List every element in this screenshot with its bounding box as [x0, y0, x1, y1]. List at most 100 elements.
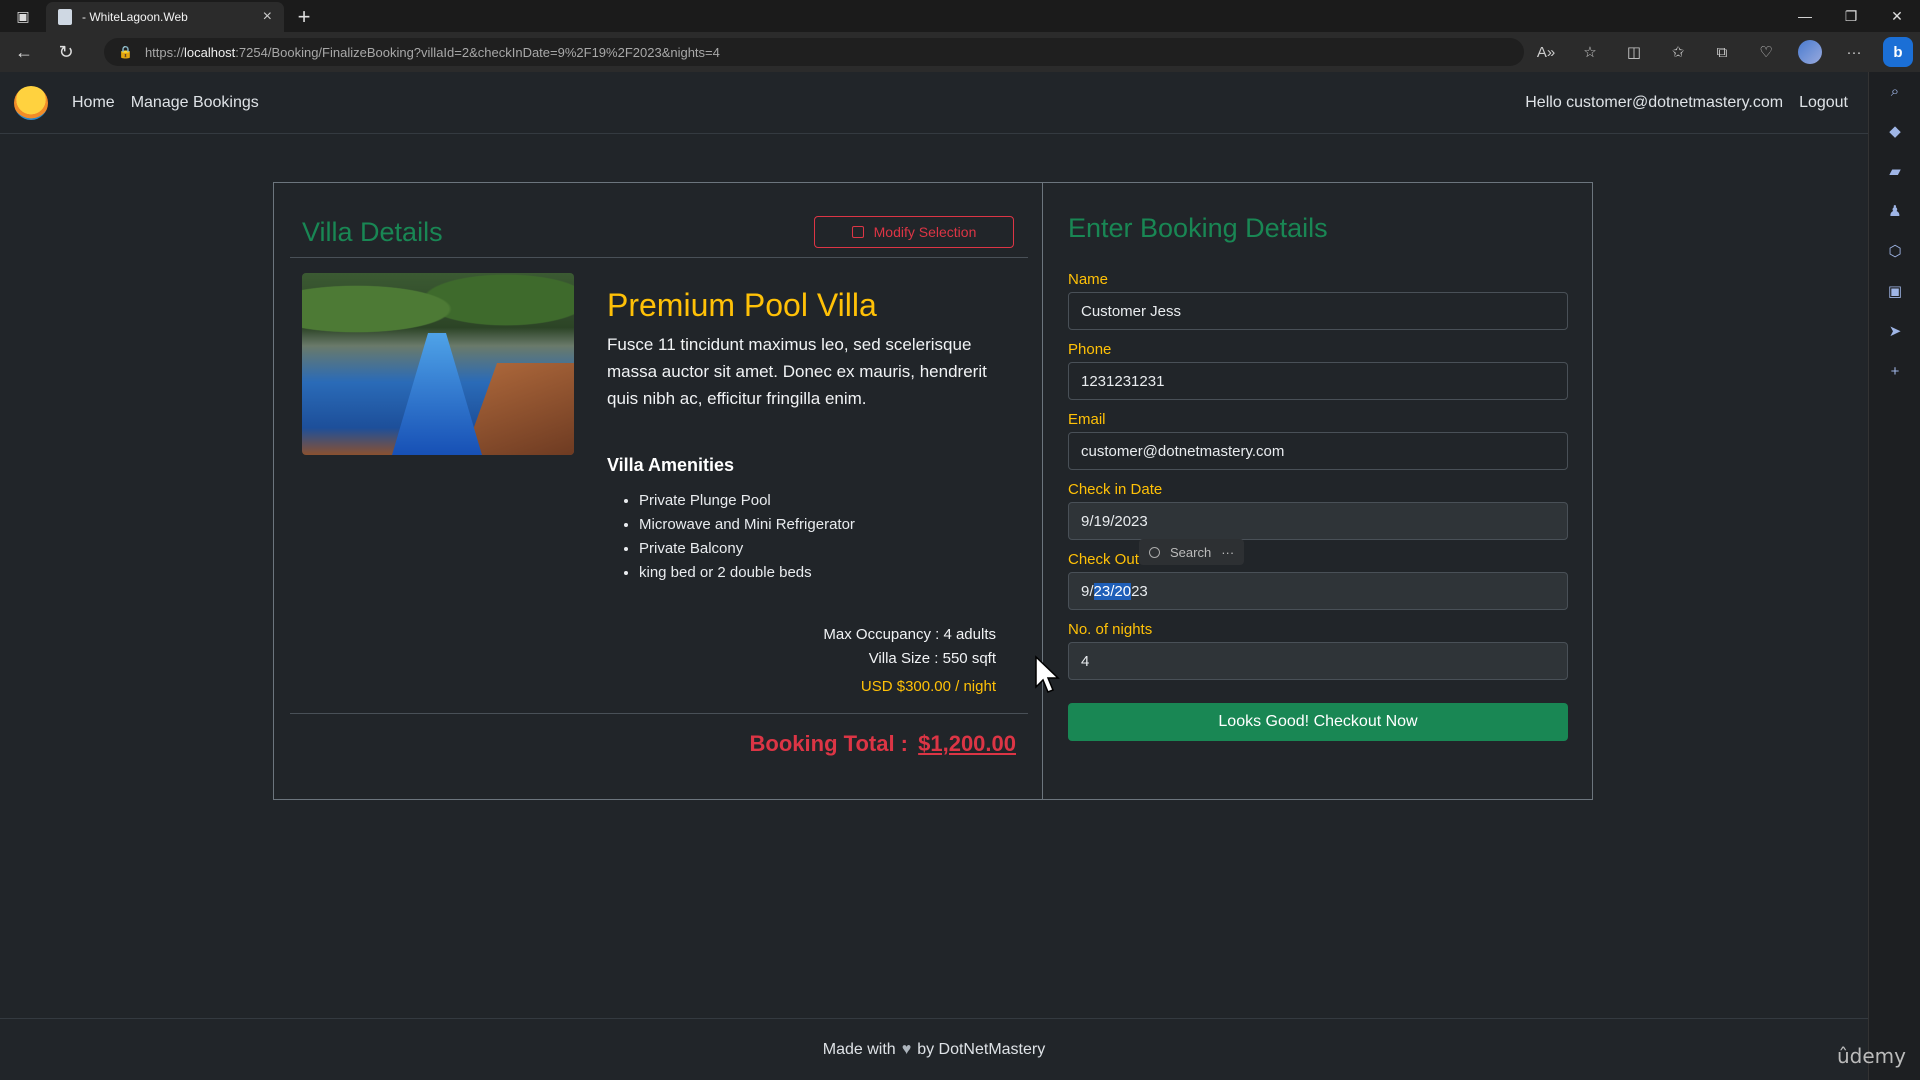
- villa-details-panel: Villa Details Modify Selection Premium P…: [274, 183, 1043, 799]
- divider: [290, 713, 1028, 714]
- nav-home[interactable]: Home: [72, 94, 115, 112]
- nights-label: No. of nights: [1068, 621, 1153, 638]
- selection-search-popup[interactable]: Search ···: [1139, 539, 1245, 565]
- nav-user-area: Hello customer@dotnetmastery.com Logout: [1525, 72, 1848, 134]
- outlook-icon[interactable]: ▣: [1869, 272, 1920, 312]
- restore-icon[interactable]: ❐: [1828, 0, 1874, 32]
- performance-icon[interactable]: ♡: [1744, 32, 1788, 72]
- booking-form-panel: Enter Booking Details Name Customer Jess…: [1043, 183, 1592, 799]
- tab-actions-icon[interactable]: ▣: [0, 0, 46, 32]
- bing-icon[interactable]: b: [1883, 37, 1913, 67]
- page-footer: Made with ♥ by DotNetMastery: [0, 1018, 1868, 1080]
- nav-manage-bookings[interactable]: Manage Bookings: [131, 94, 259, 112]
- footer-prefix: Made with: [822, 1040, 896, 1058]
- checkout-input[interactable]: 9/23/20 23: [1068, 572, 1568, 610]
- booking-card: Villa Details Modify Selection Premium P…: [273, 182, 1593, 800]
- user-greeting[interactable]: Hello customer@dotnetmastery.com: [1525, 94, 1783, 112]
- toolbar-icons: A» ☆ ◫ ✩ ⧉ ♡ ··· b: [1524, 32, 1920, 72]
- villa-image: [302, 273, 574, 455]
- url-rest: :7254/Booking/FinalizeBooking?villaId=2&…: [235, 44, 720, 60]
- booking-form-title: Enter Booking Details: [1068, 213, 1328, 243]
- amenity-item: Private Balcony: [639, 537, 855, 561]
- edge-sidebar: ⌕ ◆ ▰ ♟ ⬡ ▣ ➤ +: [1868, 72, 1920, 1080]
- phone-label: Phone: [1068, 341, 1112, 358]
- checkin-input[interactable]: 9/19/2023: [1068, 502, 1568, 540]
- edit-square-icon: [851, 226, 864, 238]
- villa-size: Villa Size : 550 sqft: [868, 650, 996, 667]
- games-icon[interactable]: ♟: [1869, 192, 1920, 232]
- browser-tabbar: ▣ - WhiteLagoon.Web × + — ❐ ✕: [0, 0, 1920, 32]
- lock-icon: 🔒: [118, 45, 133, 59]
- url-prefix: https://: [144, 44, 184, 60]
- nights-field: No. of nights 4: [1068, 621, 1568, 680]
- app-navbar: Home Manage Bookings Hello customer@dotn…: [0, 72, 1868, 134]
- footer-suffix: by DotNetMastery: [917, 1040, 1046, 1058]
- browser-toolbar: ← ↻ 🔒 https://localhost:7254/Booking/Fin…: [0, 32, 1920, 72]
- checkout-text: 23: [1131, 582, 1148, 600]
- read-aloud-icon[interactable]: A»: [1524, 32, 1568, 72]
- profile-avatar[interactable]: [1798, 40, 1822, 64]
- email-input[interactable]: customer@dotnetmastery.com: [1068, 432, 1568, 470]
- modify-selection-label: Modify Selection: [873, 224, 977, 240]
- search-icon: [1149, 546, 1160, 558]
- checkin-label: Check in Date: [1068, 481, 1163, 498]
- modify-selection-button[interactable]: Modify Selection: [814, 216, 1014, 248]
- tab-title: - WhiteLagoon.Web: [82, 10, 188, 24]
- checkin-field: Check in Date 9/19/2023: [1068, 481, 1568, 540]
- nights-input[interactable]: 4: [1068, 642, 1568, 680]
- logout-link[interactable]: Logout: [1799, 94, 1848, 112]
- name-label: Name: [1068, 271, 1109, 288]
- send-icon[interactable]: ➤: [1869, 312, 1920, 352]
- checkout-now-button[interactable]: Looks Good! Checkout Now: [1068, 703, 1568, 741]
- close-window-icon[interactable]: ✕: [1874, 0, 1920, 32]
- browser-tab[interactable]: - WhiteLagoon.Web ×: [46, 2, 284, 32]
- popup-search-label[interactable]: Search: [1170, 545, 1211, 560]
- villa-details-title: Villa Details: [302, 217, 443, 247]
- booking-total-amount: $1,200.00: [918, 731, 1016, 756]
- new-tab-button[interactable]: +: [284, 2, 324, 32]
- favorite-star-icon[interactable]: ☆: [1568, 32, 1612, 72]
- amenities-title: Villa Amenities: [607, 455, 735, 475]
- phone-input[interactable]: 1231231231: [1068, 362, 1568, 400]
- favorites-icon[interactable]: ✩: [1656, 32, 1700, 72]
- selected-text: 23/20: [1093, 582, 1132, 600]
- window-controls: — ❐ ✕: [1782, 0, 1920, 32]
- white-lagoon-logo[interactable]: [14, 85, 48, 120]
- max-occupancy: Max Occupancy : 4 adults: [823, 626, 996, 643]
- minimize-icon[interactable]: —: [1782, 0, 1828, 32]
- amenity-item: king bed or 2 double beds: [639, 561, 855, 585]
- office-icon[interactable]: ⬡: [1869, 232, 1920, 272]
- collections-icon[interactable]: ⧉: [1700, 32, 1744, 72]
- page-icon: [58, 9, 72, 25]
- mouse-cursor-icon: [1035, 655, 1060, 693]
- address-bar[interactable]: 🔒 https://localhost:7254/Booking/Finaliz…: [104, 38, 1524, 66]
- search-icon[interactable]: ⌕: [1869, 72, 1920, 112]
- back-icon[interactable]: ←: [6, 36, 42, 68]
- checkout-text: 9/: [1081, 582, 1094, 600]
- more-icon[interactable]: ···: [1832, 32, 1876, 72]
- add-icon[interactable]: +: [1869, 352, 1920, 392]
- booking-total: Booking Total : $1,200.00: [750, 731, 1016, 757]
- shopping-tag-icon[interactable]: ◆: [1869, 112, 1920, 152]
- booking-total-label: Booking Total :: [749, 731, 908, 756]
- name-field: Name Customer Jess: [1068, 271, 1568, 330]
- name-input[interactable]: Customer Jess: [1068, 292, 1568, 330]
- email-field: Email customer@dotnetmastery.com: [1068, 411, 1568, 470]
- villa-stats: Max Occupancy : 4 adults Villa Size : 55…: [823, 623, 996, 699]
- heart-icon: ♥: [901, 1040, 912, 1058]
- popup-more-icon[interactable]: ···: [1221, 545, 1234, 560]
- close-icon[interactable]: ×: [263, 8, 272, 26]
- amenities-list: Private Plunge Pool Microwave and Mini R…: [639, 489, 855, 585]
- divider: [290, 257, 1028, 258]
- tools-icon[interactable]: ▰: [1869, 152, 1920, 192]
- villa-name: Premium Pool Villa: [607, 287, 877, 323]
- refresh-icon[interactable]: ↻: [48, 36, 84, 68]
- amenity-item: Microwave and Mini Refrigerator: [639, 513, 855, 537]
- udemy-watermark: ûdemy: [1837, 1044, 1906, 1068]
- split-screen-icon[interactable]: ◫: [1612, 32, 1656, 72]
- url-host: localhost: [183, 44, 236, 60]
- phone-field: Phone 1231231231: [1068, 341, 1568, 400]
- price-per-night: USD $300.00 / night: [860, 678, 996, 695]
- amenity-item: Private Plunge Pool: [639, 489, 855, 513]
- email-label: Email: [1068, 411, 1106, 428]
